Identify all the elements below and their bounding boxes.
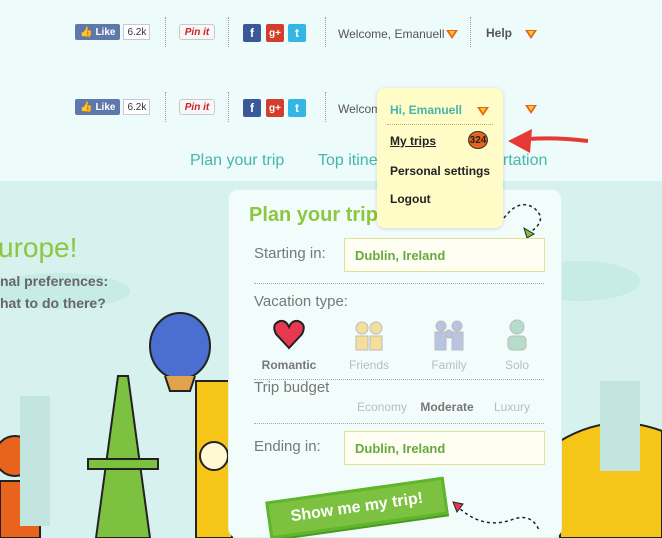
user-dropdown-menu: Hi, Emanuell My trips 324 Personal setti… — [377, 88, 503, 228]
google-plus-icon[interactable]: g+ — [266, 24, 284, 42]
hero-headline: urope! — [0, 232, 78, 263]
ending-label: Ending in: — [254, 438, 321, 455]
chevron-down-icon[interactable] — [525, 30, 537, 39]
pinterest-button[interactable]: Pin it — [179, 99, 215, 115]
divider — [165, 92, 166, 122]
hero-subline-2: hat to do there? — [0, 295, 106, 311]
thumbs-up-icon: 👍 — [80, 101, 93, 113]
card-title: Plan your trip — [249, 204, 378, 226]
chevron-down-icon[interactable] — [446, 30, 458, 39]
facebook-like-button[interactable]: 👍 Like — [75, 99, 121, 115]
divider — [165, 17, 166, 47]
budget-economy[interactable]: Economy — [352, 400, 412, 414]
vacation-type-solo[interactable]: Solo — [487, 318, 547, 372]
solo-icon — [500, 318, 534, 352]
budget-moderate[interactable]: Moderate — [417, 400, 477, 414]
top-bar-sticky: 👍Like 6.2k Pin it f g+ t Welcome, Emanue… — [0, 87, 662, 131]
friends-icon — [352, 318, 386, 352]
google-plus-icon[interactable]: g+ — [266, 99, 284, 117]
chevron-down-icon[interactable] — [477, 107, 489, 116]
like-count: 6.2k — [123, 99, 151, 115]
facebook-like-button[interactable]: 👍 Like — [75, 24, 121, 40]
vacation-type-label: Romantic — [261, 358, 317, 372]
welcome-text[interactable]: Welcome, Emanuell — [338, 27, 445, 41]
divider — [325, 92, 326, 122]
pinterest-button[interactable]: Pin it — [179, 24, 215, 40]
facebook-like-widget[interactable]: 👍 Like 6.2k — [75, 99, 151, 115]
plan-trip-card: Plan your trip Starting in: Vacation typ… — [228, 189, 562, 538]
divider — [470, 17, 471, 47]
ending-input[interactable] — [344, 431, 545, 465]
vacation-type-label: Friends — [348, 358, 389, 372]
nav-item-plan-your-trip[interactable]: Plan your trip — [190, 152, 284, 170]
vacation-type-family[interactable]: Family — [419, 318, 479, 372]
budget-luxury[interactable]: Luxury — [482, 400, 542, 414]
dashed-path-icon — [503, 203, 542, 238]
facebook-icon[interactable]: f — [243, 24, 261, 42]
divider — [228, 92, 229, 122]
like-count: 6.2k — [123, 24, 151, 40]
vacation-type-romantic[interactable]: Romantic — [259, 318, 319, 372]
nav-item-top-itineraries[interactable]: Top itine — [318, 152, 378, 170]
red-arrow-icon — [508, 129, 589, 153]
twitter-icon[interactable]: t — [288, 24, 306, 42]
divider — [254, 423, 544, 424]
starting-label: Starting in: — [254, 245, 326, 262]
thumbs-up-icon: 👍 — [80, 26, 93, 38]
vacation-type-label: Family — [431, 358, 467, 372]
like-label: Like — [95, 26, 116, 38]
twitter-icon[interactable]: t — [288, 99, 306, 117]
dropdown-greeting[interactable]: Hi, Emanuell — [390, 103, 462, 117]
help-menu[interactable]: Help — [486, 26, 512, 40]
divider — [325, 17, 326, 47]
menu-item-personal-settings[interactable]: Personal settings — [390, 164, 490, 178]
chevron-down-icon[interactable] — [525, 105, 537, 114]
hero-subline-1: nal preferences: — [0, 273, 109, 289]
facebook-icon[interactable]: f — [243, 99, 261, 117]
menu-item-my-trips[interactable]: My trips — [390, 134, 436, 148]
divider — [228, 17, 229, 47]
vacation-type-label: Vacation type: — [254, 293, 348, 310]
heart-icon — [272, 318, 306, 352]
family-icon — [432, 318, 466, 352]
trip-budget-label: Trip budget — [254, 379, 330, 396]
dashed-path-icon — [452, 501, 540, 531]
vacation-type-friends[interactable]: Friends — [339, 318, 399, 372]
facebook-like-widget[interactable]: 👍 Like 6.2k — [75, 24, 151, 40]
starting-input[interactable] — [344, 238, 545, 272]
divider — [387, 124, 493, 125]
top-bar: 👍 Like 6.2k Pin it f g+ t Welcome, Emanue… — [0, 12, 662, 56]
menu-item-logout[interactable]: Logout — [390, 192, 431, 206]
vacation-type-label: Solo — [504, 358, 530, 372]
divider — [254, 283, 544, 284]
like-label: Like — [95, 101, 116, 113]
main-nav: Plan your trip Top itine ortation — [0, 152, 662, 176]
show-me-my-trip-button[interactable]: Show me my trip! — [265, 476, 449, 538]
trip-count-badge: 324 — [468, 131, 488, 149]
